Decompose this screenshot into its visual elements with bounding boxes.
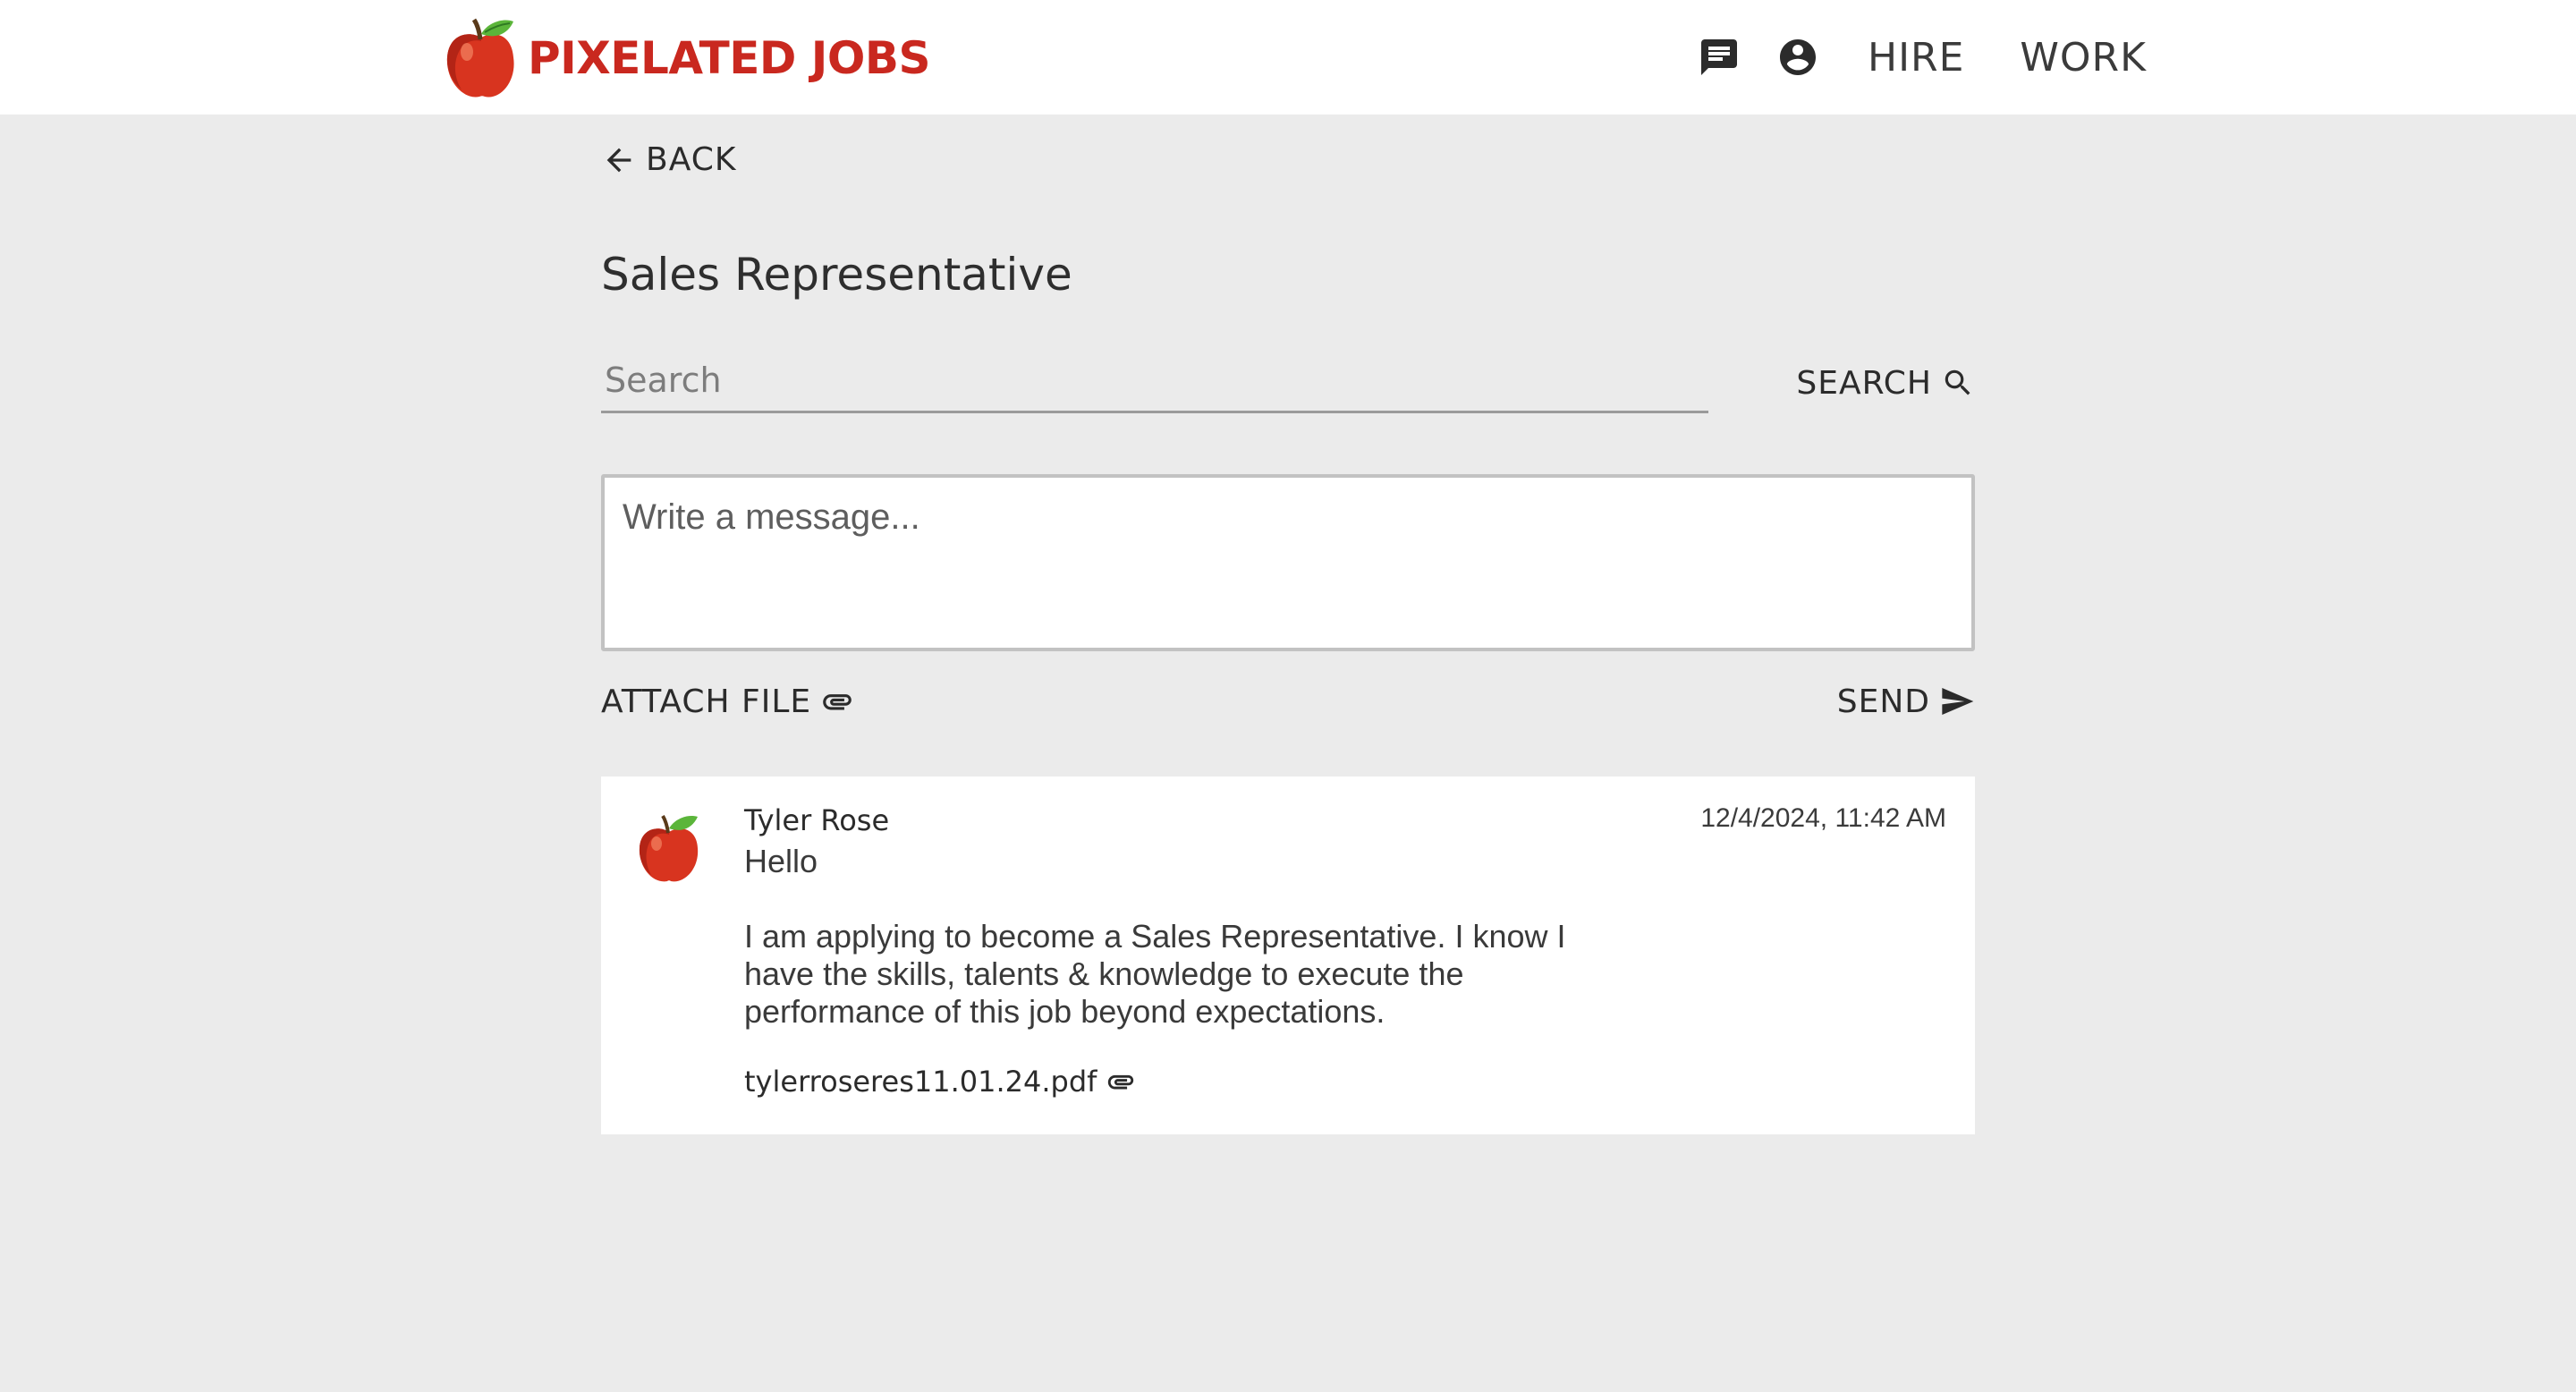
send-icon: [1942, 688, 1974, 715]
search-input[interactable]: [601, 349, 1708, 413]
send-button[interactable]: SEND: [1837, 676, 1975, 726]
apple-logo-icon: [446, 18, 514, 98]
account-nav-button[interactable]: [1776, 36, 1819, 79]
messages-nav-button[interactable]: [1698, 36, 1741, 79]
back-button[interactable]: BACK: [601, 141, 736, 178]
message-card: Tyler Rose 12/4/2024, 11:42 AM Hello I a…: [601, 777, 1975, 1134]
avatar: [635, 812, 703, 884]
paperclip-icon: [1108, 1074, 1134, 1090]
paperclip-icon: [823, 694, 852, 710]
page-title: Sales Representative: [601, 249, 1072, 301]
work-nav-link[interactable]: WORK: [2020, 35, 2147, 81]
account-circle-icon: [1779, 39, 1816, 75]
search-button[interactable]: SEARCH: [1796, 358, 1975, 408]
sender-name: Tyler Rose: [744, 803, 890, 837]
brand-logo-link[interactable]: PIXELATED JOBS: [442, 16, 931, 100]
chat-icon: [1700, 39, 1737, 75]
search-button-label: SEARCH: [1796, 364, 1932, 402]
brand-name: PIXELATED JOBS: [528, 32, 931, 84]
top-nav-bar: PIXELATED JOBS HIRE WORK: [0, 0, 2576, 115]
main-nav: HIRE WORK: [1698, 25, 2147, 89]
message-body: Hello I am applying to become a Sales Re…: [744, 843, 1639, 1031]
attachment-link[interactable]: tylerroseres11.01.24.pdf: [744, 1065, 1136, 1099]
message-greeting: Hello: [744, 843, 818, 879]
attach-file-button[interactable]: ATTACH FILE: [601, 676, 854, 726]
attach-file-label: ATTACH FILE: [601, 683, 812, 720]
message-textarea[interactable]: [601, 474, 1975, 651]
attachment-filename: tylerroseres11.01.24.pdf: [744, 1065, 1097, 1099]
message-timestamp: 12/4/2024, 11:42 AM: [1700, 803, 1946, 833]
arrow-left-icon: [606, 148, 631, 172]
send-label: SEND: [1836, 683, 1930, 720]
back-label: BACK: [646, 141, 737, 178]
search-icon: [1945, 369, 1970, 395]
apple-avatar-icon: [639, 814, 699, 882]
message-paragraph: I am applying to become a Sales Represen…: [744, 918, 1566, 1030]
hire-nav-link[interactable]: HIRE: [1868, 35, 1964, 81]
